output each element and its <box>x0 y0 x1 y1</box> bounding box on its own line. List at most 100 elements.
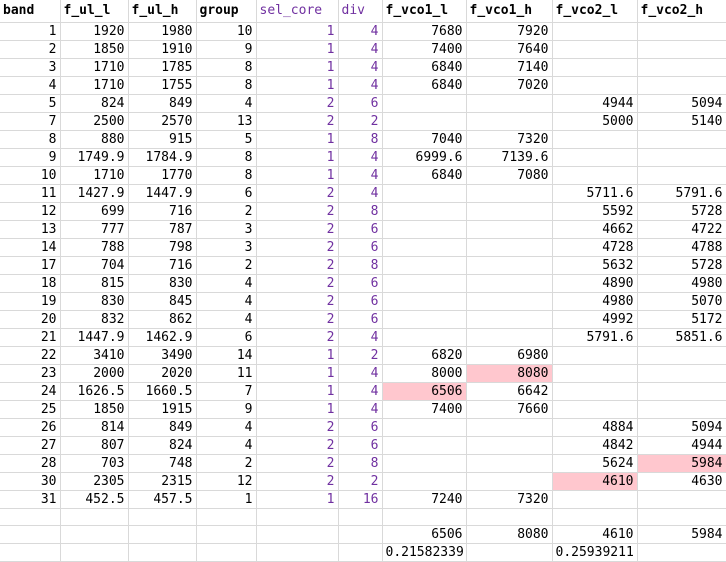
cell[interactable]: 1755 <box>128 76 197 95</box>
cell[interactable]: 4 <box>338 184 383 203</box>
cell[interactable] <box>466 184 553 203</box>
cell[interactable]: 832 <box>60 310 129 329</box>
cell[interactable]: 6 <box>338 274 383 293</box>
cell[interactable]: 824 <box>60 94 129 113</box>
cell[interactable]: 1980 <box>128 22 197 41</box>
cell[interactable] <box>552 400 638 419</box>
cell[interactable] <box>637 346 726 365</box>
cell[interactable]: 4 <box>338 58 383 77</box>
cell[interactable] <box>128 508 197 527</box>
cell[interactable] <box>382 94 467 113</box>
cell[interactable]: 748 <box>128 454 197 473</box>
cell[interactable]: 7660 <box>466 400 553 419</box>
cell[interactable]: 7920 <box>466 22 553 41</box>
header-cell-group[interactable]: group <box>196 0 257 23</box>
cell[interactable] <box>0 543 61 562</box>
cell[interactable]: 8 <box>196 166 257 185</box>
cell[interactable]: 1447.9 <box>60 328 129 347</box>
cell[interactable]: 1850 <box>60 400 129 419</box>
cell[interactable]: 21 <box>0 328 61 347</box>
cell[interactable]: 6 <box>196 184 257 203</box>
cell[interactable] <box>552 58 638 77</box>
cell[interactable]: 4 <box>338 400 383 419</box>
cell[interactable]: 699 <box>60 202 129 221</box>
cell[interactable]: 4842 <box>552 436 638 455</box>
cell[interactable]: 2315 <box>128 472 197 491</box>
cell[interactable]: 1 <box>256 22 339 41</box>
cell[interactable] <box>466 418 553 437</box>
cell[interactable]: 7 <box>0 112 61 131</box>
cell[interactable] <box>382 454 467 473</box>
cell[interactable]: 3 <box>196 220 257 239</box>
cell[interactable]: 23 <box>0 364 61 383</box>
cell[interactable]: 6 <box>196 328 257 347</box>
cell[interactable]: 1427.9 <box>60 184 129 203</box>
cell[interactable]: 1 <box>256 364 339 383</box>
cell[interactable]: 4 <box>196 436 257 455</box>
cell[interactable]: 24 <box>0 382 61 401</box>
cell[interactable] <box>552 148 638 167</box>
cell[interactable]: 5711.6 <box>552 184 638 203</box>
cell[interactable] <box>0 525 61 545</box>
cell[interactable] <box>466 328 553 347</box>
cell[interactable]: 703 <box>60 454 129 473</box>
cell[interactable] <box>552 40 638 59</box>
cell[interactable] <box>466 543 553 562</box>
cell[interactable]: 2 <box>0 40 61 59</box>
cell[interactable]: 2570 <box>128 112 197 131</box>
cell[interactable]: 12 <box>196 472 257 491</box>
cell[interactable] <box>552 76 638 95</box>
cell[interactable]: 5 <box>0 94 61 113</box>
cell[interactable]: 807 <box>60 436 129 455</box>
cell[interactable]: 777 <box>60 220 129 239</box>
cell[interactable]: 4890 <box>552 274 638 293</box>
cell[interactable]: 5592 <box>552 202 638 221</box>
cell[interactable]: 8 <box>338 256 383 275</box>
cell[interactable]: 2000 <box>60 364 129 383</box>
cell[interactable]: 3490 <box>128 346 197 365</box>
cell[interactable]: 1920 <box>60 22 129 41</box>
cell[interactable]: 2 <box>196 202 257 221</box>
cell[interactable]: 5728 <box>637 256 726 275</box>
cell[interactable]: 11 <box>0 184 61 203</box>
cell[interactable]: 1 <box>256 346 339 365</box>
cell[interactable] <box>128 525 197 545</box>
cell[interactable]: 5624 <box>552 454 638 473</box>
cell[interactable] <box>466 112 553 131</box>
cell[interactable]: 13 <box>196 112 257 131</box>
cell[interactable]: 11 <box>196 364 257 383</box>
cell[interactable]: 849 <box>128 94 197 113</box>
cell[interactable]: 8 <box>196 148 257 167</box>
cell[interactable] <box>466 238 553 257</box>
cell[interactable] <box>60 508 129 527</box>
cell[interactable]: 1462.9 <box>128 328 197 347</box>
cell[interactable]: 1 <box>256 400 339 419</box>
cell[interactable]: 4 <box>338 364 383 383</box>
cell[interactable]: 0.25939211 <box>552 543 638 562</box>
cell[interactable] <box>637 490 726 509</box>
cell[interactable]: 880 <box>60 130 129 149</box>
cell[interactable]: 8 <box>196 58 257 77</box>
header-cell-sel-core[interactable]: sel_core <box>256 0 339 23</box>
cell[interactable]: 12 <box>0 202 61 221</box>
cell[interactable]: 7680 <box>382 22 467 41</box>
cell[interactable] <box>0 508 61 527</box>
cell[interactable]: 814 <box>60 418 129 437</box>
cell[interactable]: 2 <box>256 274 339 293</box>
cell[interactable]: 5728 <box>637 202 726 221</box>
cell[interactable]: 1626.5 <box>60 382 129 401</box>
cell[interactable]: 2 <box>256 184 339 203</box>
cell[interactable]: 4 <box>338 382 383 401</box>
cell[interactable] <box>466 454 553 473</box>
cell[interactable]: 2 <box>196 454 257 473</box>
header-cell-f-vco2-l[interactable]: f_vco2_l <box>552 0 638 23</box>
cell[interactable]: 26 <box>0 418 61 437</box>
cell[interactable] <box>637 400 726 419</box>
cell[interactable]: 2 <box>256 454 339 473</box>
cell[interactable]: 1 <box>256 382 339 401</box>
cell[interactable]: 31 <box>0 490 61 509</box>
cell[interactable]: 7020 <box>466 76 553 95</box>
cell[interactable]: 4980 <box>637 274 726 293</box>
cell[interactable]: 8 <box>196 76 257 95</box>
cell[interactable]: 3 <box>196 238 257 257</box>
